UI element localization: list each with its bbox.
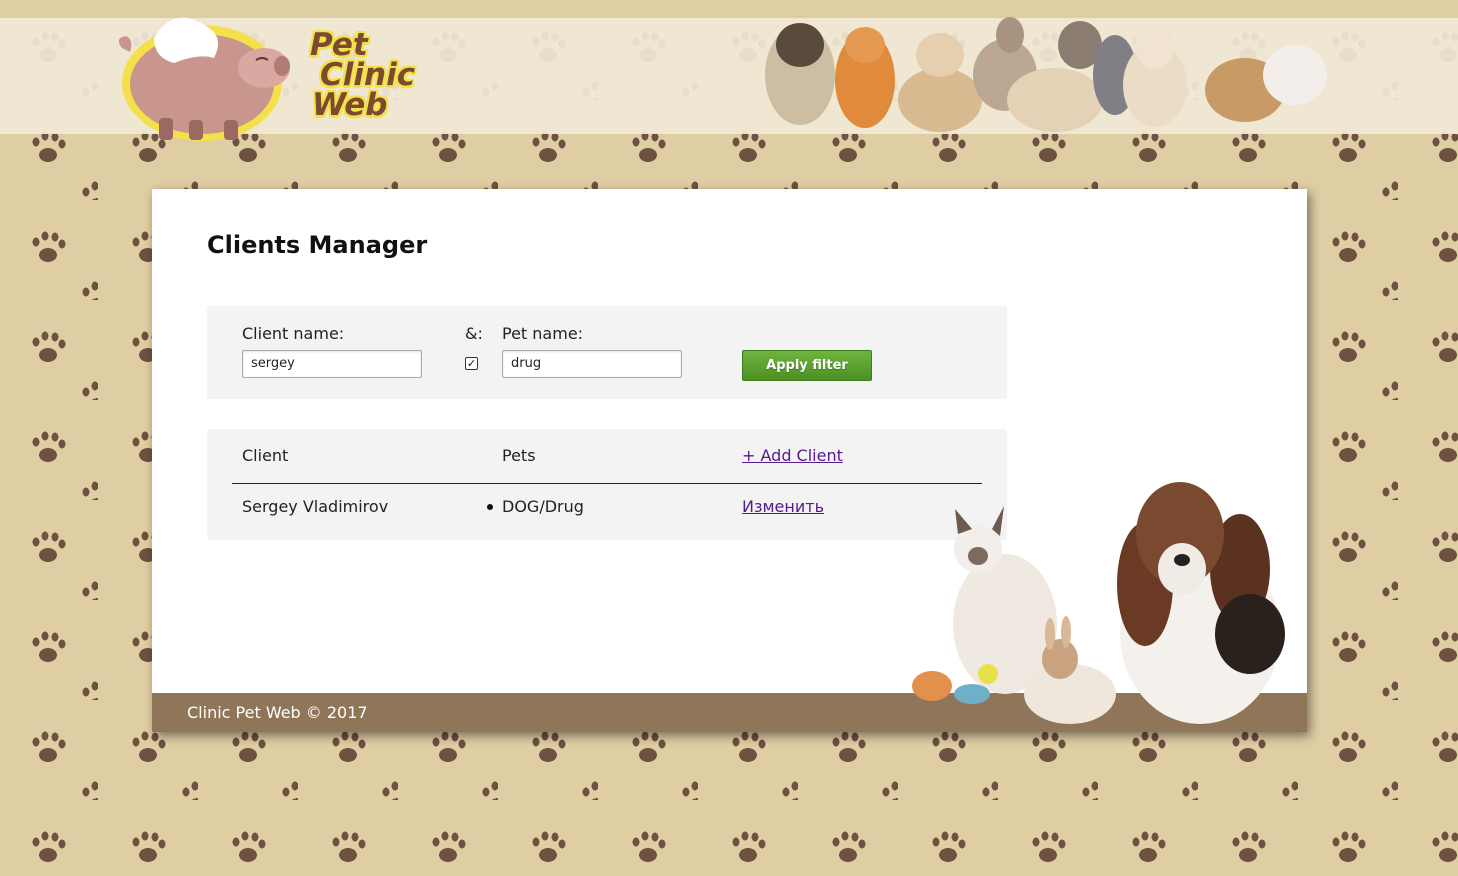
filter-panel: Client name: sergey &: ✓ Pet name: drug …	[207, 306, 1007, 399]
logo-line-1: Pet	[310, 27, 368, 63]
pig-logo-icon[interactable]	[114, 8, 304, 146]
logo-line-2: Clinic	[320, 57, 416, 93]
pet-list-item: DOG/Drug	[502, 497, 584, 516]
and-checkbox[interactable]: ✓	[465, 357, 478, 370]
page-title: Clients Manager	[207, 231, 428, 259]
pet-name-label: Pet name:	[502, 324, 584, 343]
logo-line-3: Web	[312, 87, 388, 123]
table-divider	[232, 483, 982, 484]
pet-name-input[interactable]: drug	[502, 350, 682, 378]
client-name-input[interactable]: sergey	[242, 350, 422, 378]
site-logo-text[interactable]: Pet Clinic Web	[310, 27, 416, 123]
edit-client-link[interactable]: Изменить	[742, 497, 824, 516]
pets-illustration-image	[912, 482, 1285, 724]
animals-banner-image	[765, 17, 1327, 132]
column-header-client: Client	[242, 446, 289, 465]
main-card: Clients Manager Client name: sergey &: ✓…	[152, 189, 1307, 732]
column-header-pets: Pets	[502, 446, 536, 465]
apply-filter-button[interactable]: Apply filter	[742, 350, 872, 381]
and-label: &:	[465, 324, 483, 343]
footer-copyright: Clinic Pet Web © 2017	[187, 703, 368, 722]
page: { "header": { "logo": { "line1": "Pet", …	[0, 0, 1458, 876]
add-client-link[interactable]: + Add Client	[742, 446, 843, 465]
list-bullet-icon	[487, 504, 493, 510]
clients-table: Client Pets + Add Client Sergey Vladimir…	[207, 429, 1007, 540]
client-name-cell: Sergey Vladimirov	[242, 497, 389, 516]
client-name-label: Client name:	[242, 324, 345, 343]
